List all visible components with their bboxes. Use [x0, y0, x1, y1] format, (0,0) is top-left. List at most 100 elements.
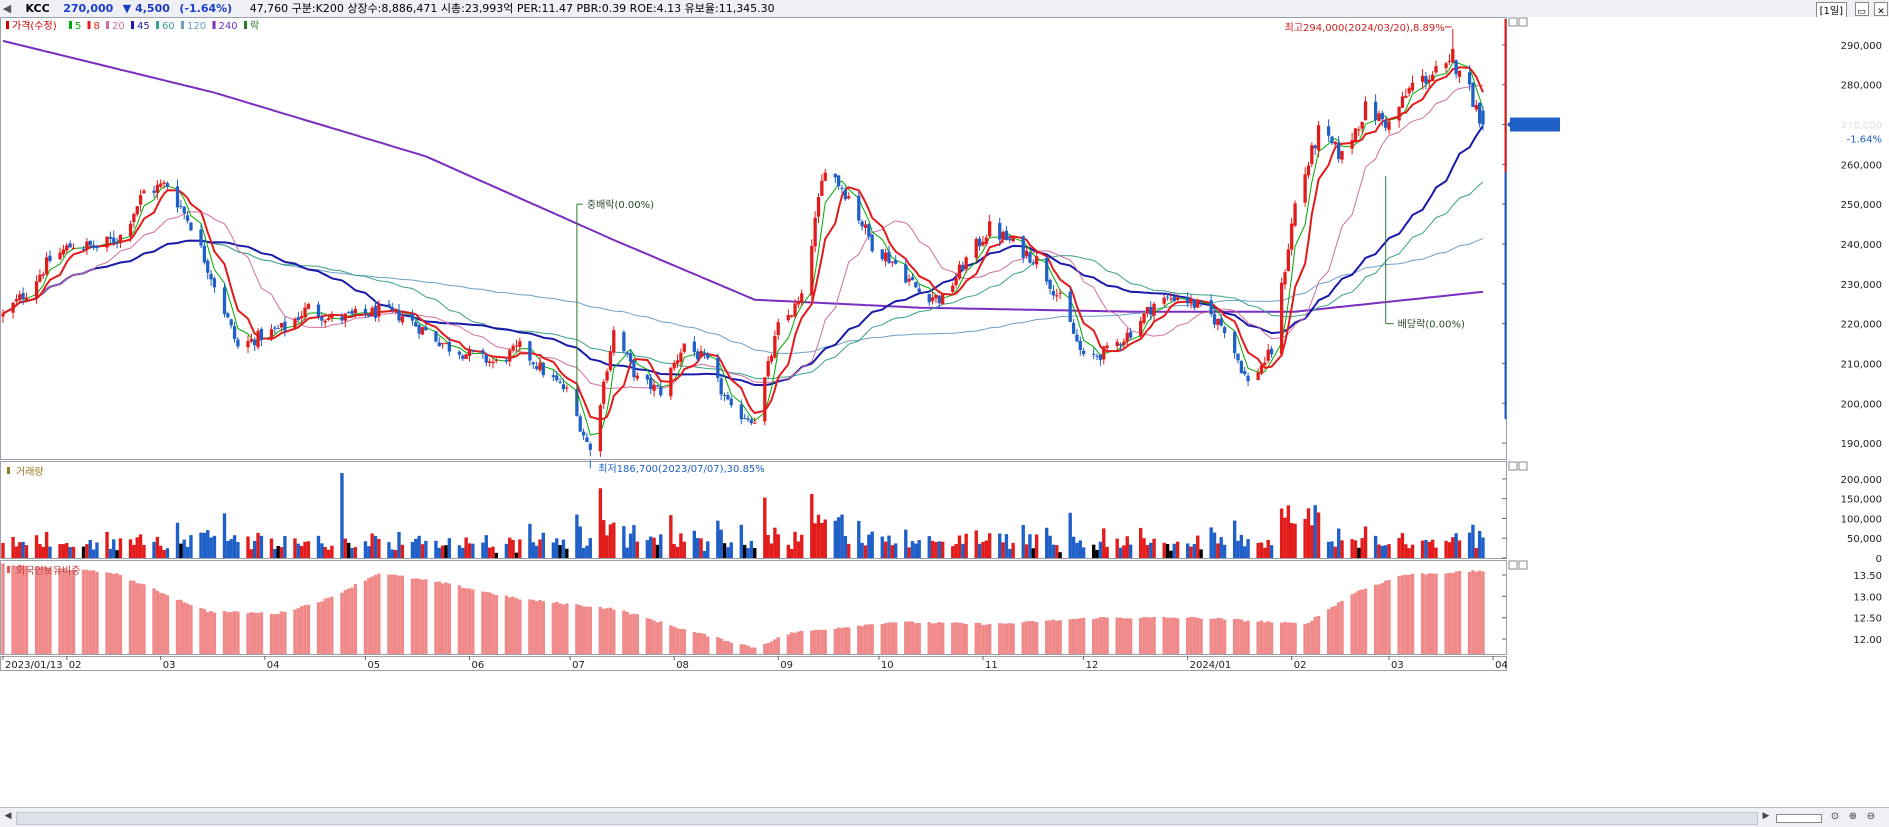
foreign-bar: [555, 601, 559, 654]
zoom-reset-icon[interactable]: ⊙: [1828, 810, 1842, 824]
foreign-bar: [44, 567, 49, 654]
foreign-bar: [249, 612, 254, 654]
candle-body: [585, 437, 589, 443]
scroll-left-icon[interactable]: ◀: [2, 810, 14, 823]
foreign-bar: [914, 623, 918, 654]
volume-bar: [1471, 524, 1475, 558]
candle-body: [1306, 165, 1311, 176]
foreign-bar: [1283, 621, 1287, 654]
zoom-in-icon[interactable]: ⊕: [1846, 810, 1860, 824]
foreign-bar: [696, 632, 700, 654]
volume-bar: [1051, 544, 1056, 558]
candle-body: [1011, 237, 1015, 242]
candle-body: [189, 222, 193, 231]
foreign-bar: [739, 644, 744, 654]
candle-body: [343, 313, 347, 321]
volume-bar: [373, 535, 378, 558]
candle-body: [316, 304, 321, 317]
candle-body: [837, 175, 841, 187]
volume-bar: [1081, 547, 1086, 558]
foreign-bar: [675, 628, 680, 654]
candle-body: [1310, 145, 1314, 164]
x-tick-label: 2024/01: [1190, 660, 1232, 671]
candle-body: [1410, 82, 1415, 91]
foreign-bar: [162, 593, 166, 654]
candle-body: [518, 341, 522, 347]
volume-bar: [202, 532, 207, 558]
candle-body: [699, 351, 703, 358]
candle-body: [152, 190, 156, 193]
foreign-bar: [981, 624, 985, 654]
candle-body: [672, 362, 676, 369]
candle-body: [776, 322, 780, 335]
candle-body: [138, 195, 143, 205]
price-panel-frame: [0, 17, 1507, 460]
candle-body: [1021, 236, 1025, 258]
candle-body: [112, 237, 116, 243]
candle-body: [128, 223, 133, 237]
candle-body: [880, 249, 884, 260]
foreign-bar: [793, 632, 797, 654]
foreign-bar: [14, 566, 19, 654]
x-tick-label: 02: [1294, 660, 1307, 671]
foreign-bar: [444, 582, 448, 654]
x-tick-label: 12: [1086, 660, 1099, 671]
foreign-bar: [1387, 579, 1391, 654]
candle-body: [1145, 307, 1150, 314]
candle-body: [21, 293, 25, 300]
zoom-slider[interactable]: [1776, 814, 1822, 823]
volume-bar: [316, 535, 321, 558]
foreign-bar: [1340, 600, 1344, 654]
foreign-bar: [940, 622, 945, 654]
candle-body: [514, 345, 519, 347]
candle-body: [504, 359, 509, 362]
candle-body: [1303, 174, 1307, 203]
candle-body: [1384, 120, 1388, 128]
foreign-bar: [155, 590, 160, 654]
stock-chart[interactable]: 290,000 280,000 270,000 260,000 250,000 240,0…: [0, 0, 1889, 826]
foreign-bar: [71, 570, 76, 654]
candle-body: [541, 362, 545, 376]
candle-body: [605, 371, 609, 381]
candle-body: [746, 418, 750, 420]
foreign-bar: [269, 613, 274, 654]
volume-bar: [1400, 533, 1405, 558]
candle-body: [91, 245, 96, 249]
volume-bar: [105, 531, 109, 558]
foreign-bar: [91, 570, 96, 654]
candle-body: [682, 343, 686, 352]
volume-bar: [400, 544, 405, 558]
volume-bar: [437, 547, 441, 558]
scroll-right-icon[interactable]: ▶: [1760, 810, 1772, 823]
candle-body: [1330, 136, 1334, 144]
volume-bar: [1092, 544, 1096, 558]
candle-body: [1444, 63, 1448, 68]
scroll-track[interactable]: [16, 812, 1758, 825]
candle-body: [326, 317, 331, 321]
volume-bar: [894, 543, 898, 558]
candle-body: [1290, 223, 1294, 250]
foreign-bar: [457, 585, 462, 654]
foreign-bar: [987, 623, 992, 654]
candle-body: [1071, 322, 1076, 334]
volume-bar: [581, 548, 586, 558]
zoom-out-icon[interactable]: ⊖: [1864, 810, 1878, 824]
candle-body: [1266, 349, 1270, 361]
foreign-bar: [820, 629, 824, 654]
volume-bar: [702, 550, 707, 558]
foreign-tick-label: 13.50: [1853, 571, 1882, 582]
panel-restore-icon: [1508, 17, 1518, 27]
x-tick-label: 09: [780, 660, 793, 671]
candle-body: [1269, 348, 1274, 355]
candle-body: [1186, 297, 1190, 304]
volume-bar: [259, 535, 264, 558]
foreign-bar: [105, 572, 109, 654]
legend-swatch: [87, 21, 91, 29]
volume-bar: [1263, 547, 1267, 558]
foreign-bar: [561, 604, 566, 654]
foreign-legend-icon: [7, 566, 10, 573]
volume-bar: [612, 522, 616, 558]
x-axis-frame: [0, 656, 1507, 671]
candle-body: [984, 237, 988, 244]
volume-bar: [340, 472, 344, 558]
